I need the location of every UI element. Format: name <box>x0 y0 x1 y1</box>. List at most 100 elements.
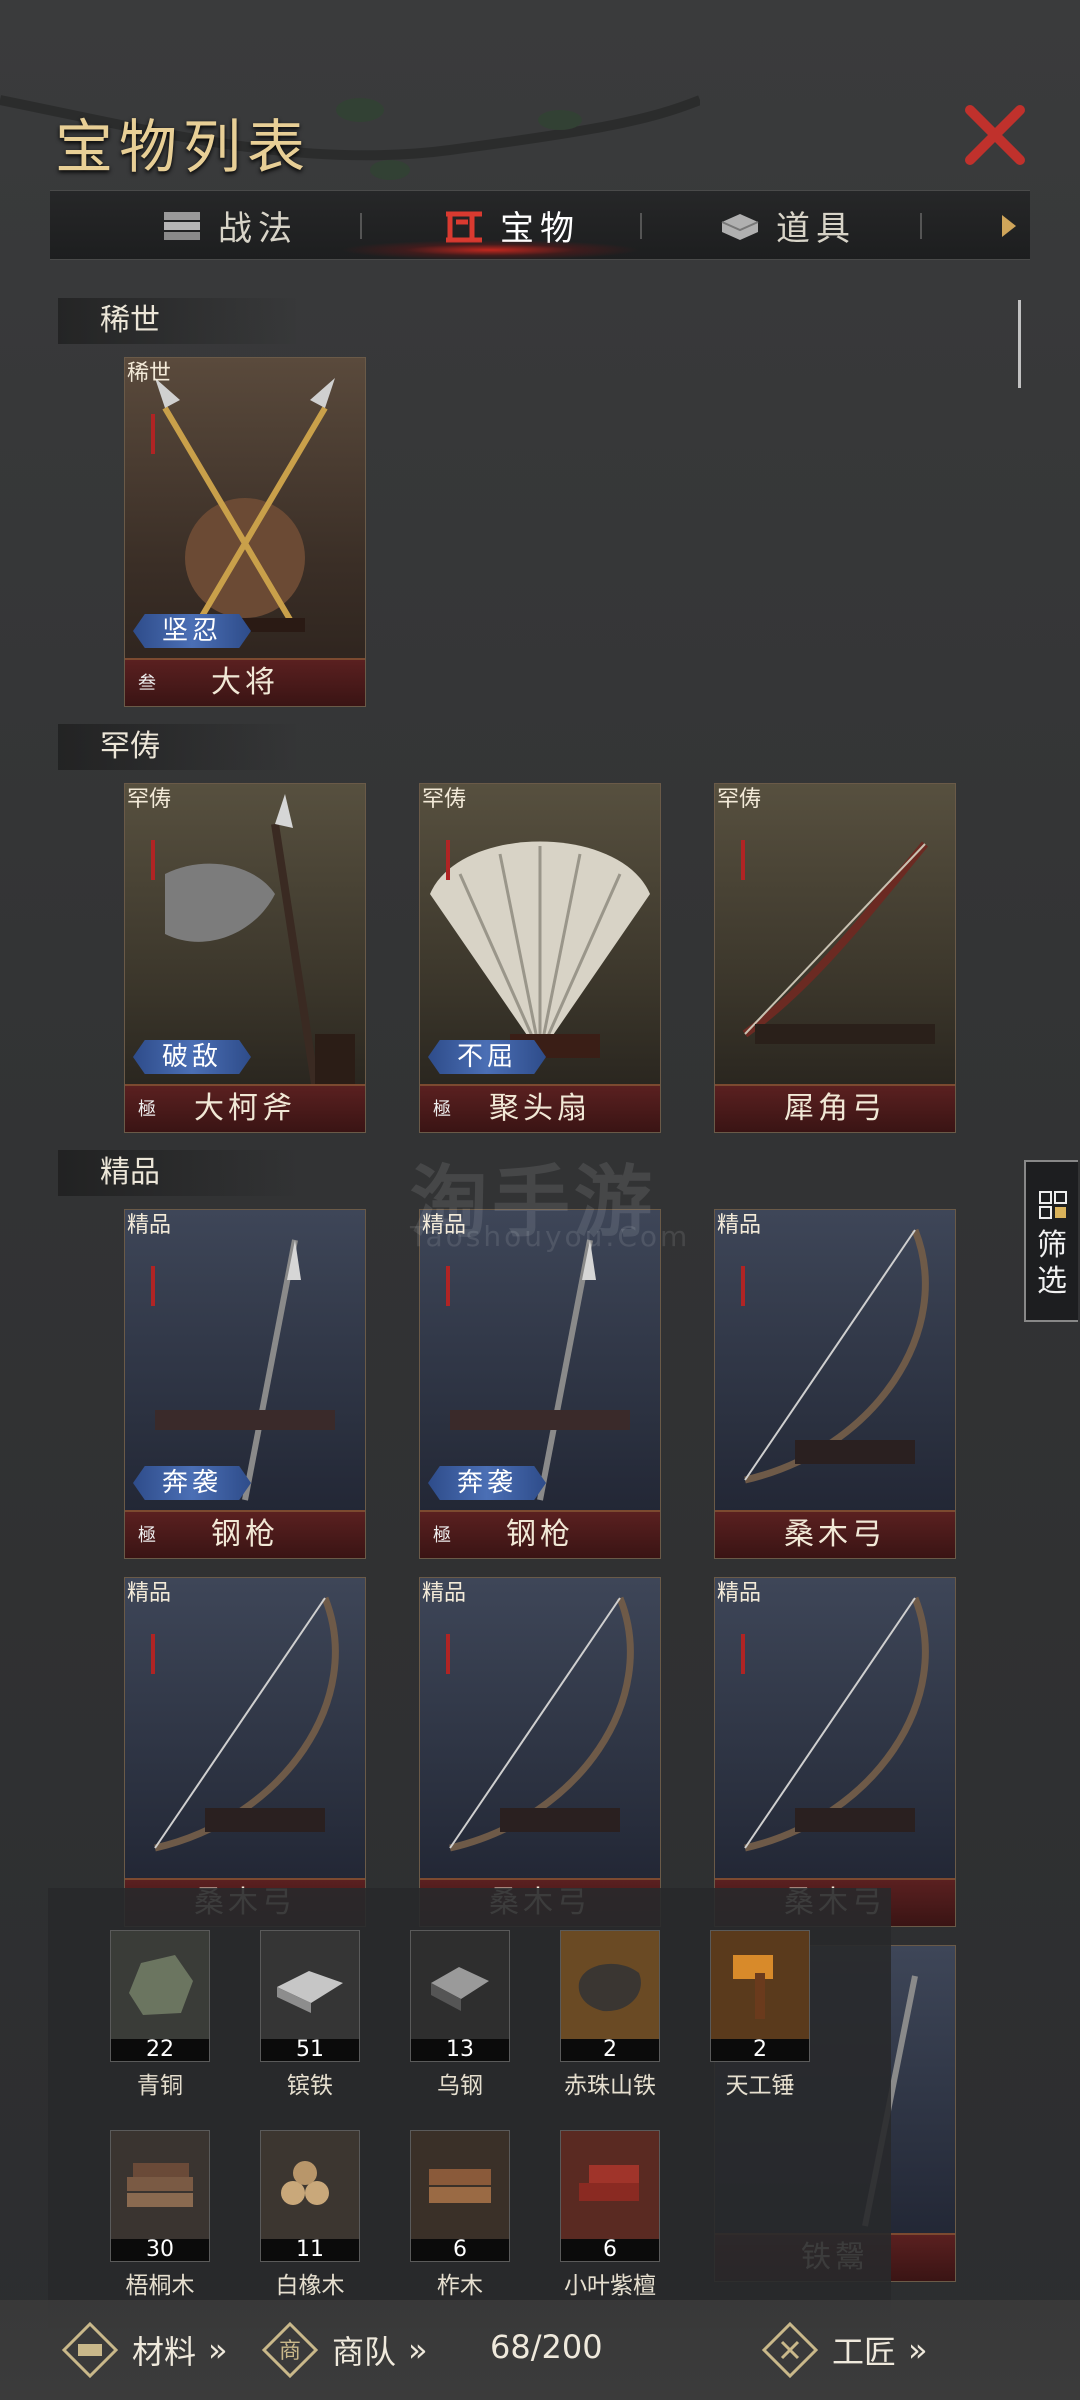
material-item[interactable]: 30 梧桐木 <box>110 2130 210 2300</box>
bow-icon <box>154 1596 339 1852</box>
material-item[interactable]: 2 赤珠山铁 <box>560 1930 660 2100</box>
craftsman-label: 工匠 <box>832 2333 897 2371</box>
level-mark-icon: 極 <box>138 1525 156 1546</box>
scrollbar[interactable] <box>1018 300 1021 388</box>
material-count: 22 <box>111 2039 209 2061</box>
chevron-right-icon[interactable] <box>1000 213 1018 239</box>
chevron-right-icon: » <box>208 2331 228 2369</box>
material-item[interactable]: 11 白橡木 <box>260 2130 360 2300</box>
skill-badge: 坚忍 <box>133 614 251 648</box>
material-item[interactable]: 13 乌钢 <box>410 1930 510 2100</box>
bottom-bar: 材料 » 商 商队 » 68/200 工匠 » <box>0 2300 1080 2400</box>
rank-tag: 稀世 <box>127 361 172 386</box>
rank-tag: 罕俦 <box>422 787 467 812</box>
chevron-right-icon: » <box>408 2331 428 2369</box>
tab-label: 战法 <box>218 208 298 249</box>
rank-tag: 精品 <box>127 1581 172 1606</box>
section-header-fine: 精品 <box>58 1150 300 1196</box>
material-item[interactable]: 22 青铜 <box>110 1930 210 2100</box>
rank-tag: 罕俦 <box>127 787 172 812</box>
tassel-icon <box>741 840 745 880</box>
treasure-card[interactable]: 罕俦 不屈 聚头扇 極 <box>419 783 661 1133</box>
material-count: 11 <box>261 2239 359 2261</box>
treasure-card[interactable]: 精品 桑木弓 <box>714 1577 956 1927</box>
rank-tag: 罕俦 <box>717 787 762 812</box>
material-count: 6 <box>411 2239 509 2261</box>
material-item[interactable]: 51 镔铁 <box>260 1930 360 2100</box>
material-name: 白橡木 <box>275 2273 345 2299</box>
tab-divider <box>920 213 922 239</box>
material-name: 柞木 <box>437 2273 483 2299</box>
iron-ingot-icon <box>277 1971 343 2013</box>
steel-ingot-icon <box>431 1967 489 2011</box>
treasure-name: 桑木弓 <box>715 1510 955 1558</box>
level-mark-icon: 極 <box>433 1525 451 1546</box>
treasure-card[interactable]: 精品 桑木弓 <box>714 1209 956 1559</box>
material-name: 赤珠山铁 <box>564 2073 656 2099</box>
close-icon[interactable] <box>960 100 1030 170</box>
craftsman-icon <box>761 2321 819 2379</box>
hammer-icon <box>733 1955 773 2019</box>
horn-bow-icon <box>742 841 935 1044</box>
skill-badge: 破敌 <box>133 1040 251 1074</box>
bow-icon <box>744 1596 929 1852</box>
tassel-icon <box>446 840 450 880</box>
capacity-count: 68/200 <box>490 2328 603 2366</box>
section-header-rare: 稀世 <box>58 298 300 344</box>
rosewood-icon <box>579 2165 639 2201</box>
material-count: 2 <box>711 2039 809 2061</box>
rank-tag: 精品 <box>127 1213 172 1238</box>
level-mark-icon: 叁 <box>138 673 156 694</box>
treasure-card[interactable]: 罕俦 犀角弓 <box>714 783 956 1133</box>
caravan-button[interactable]: 商 商队 » <box>260 2320 428 2380</box>
skill-badge: 奔袭 <box>133 1466 251 1500</box>
filter-button[interactable]: 筛选 <box>1024 1160 1078 1322</box>
tassel-icon <box>151 1266 155 1306</box>
level-mark-icon: 極 <box>138 1099 156 1120</box>
tab-tactics[interactable]: 战法 <box>160 191 298 259</box>
oak-logs-icon <box>281 2161 329 2205</box>
skill-badge: 奔袭 <box>428 1466 546 1500</box>
rank-tag: 精品 <box>422 1581 467 1606</box>
treasure-name: 犀角弓 <box>715 1084 955 1132</box>
filter-label: 筛选 <box>1037 1228 1067 1299</box>
rank-tag: 精品 <box>717 1581 762 1606</box>
bronze-ore-icon <box>129 1955 193 2015</box>
bow-icon <box>744 1228 929 1484</box>
tab-items[interactable]: 道具 <box>718 191 856 259</box>
materials-icon <box>61 2321 119 2379</box>
level-mark-icon: 極 <box>433 1099 451 1120</box>
svg-text:商: 商 <box>279 2339 301 2364</box>
material-name: 乌钢 <box>437 2073 483 2099</box>
tassel-icon <box>741 1266 745 1306</box>
rank-tag: 精品 <box>717 1213 762 1238</box>
tassel-icon <box>151 414 155 454</box>
material-count: 30 <box>111 2239 209 2261</box>
treasure-card[interactable]: 精品 桑木弓 <box>419 1577 661 1927</box>
meteor-iron-icon <box>578 1963 641 2012</box>
watermark-url: Taoshouyou.Com <box>410 1220 691 1253</box>
wutong-logs-icon <box>127 2163 193 2207</box>
material-name: 小叶紫檀 <box>564 2273 656 2299</box>
materials-button[interactable]: 材料 » <box>60 2320 228 2380</box>
material-count: 51 <box>261 2039 359 2061</box>
material-name: 镔铁 <box>287 2073 333 2099</box>
section-header-epic: 罕俦 <box>58 724 300 770</box>
tassel-icon <box>446 1266 450 1306</box>
material-count: 2 <box>561 2039 659 2061</box>
tassel-icon <box>446 1634 450 1674</box>
material-item[interactable]: 6 小叶紫檀 <box>560 2130 660 2300</box>
tab-divider <box>360 213 362 239</box>
ingot-icon <box>721 214 759 240</box>
treasure-card[interactable]: 罕俦 破敌 大柯斧 極 <box>124 783 366 1133</box>
material-name: 天工锤 <box>725 2073 795 2099</box>
treasure-card[interactable]: 稀世 坚忍 大将 叁 <box>124 357 366 707</box>
treasure-card[interactable]: 精品 奔袭 钢枪 極 <box>419 1209 661 1559</box>
material-item[interactable]: 6 柞木 <box>410 2130 510 2300</box>
craftsman-button[interactable]: 工匠 » <box>760 2320 928 2380</box>
treasure-card[interactable]: 精品 奔袭 钢枪 極 <box>124 1209 366 1559</box>
treasure-card[interactable]: 精品 桑木弓 <box>124 1577 366 1927</box>
material-item[interactable]: 2 天工锤 <box>710 1930 810 2100</box>
active-tab-indicator <box>340 240 640 260</box>
tassel-icon <box>151 840 155 880</box>
